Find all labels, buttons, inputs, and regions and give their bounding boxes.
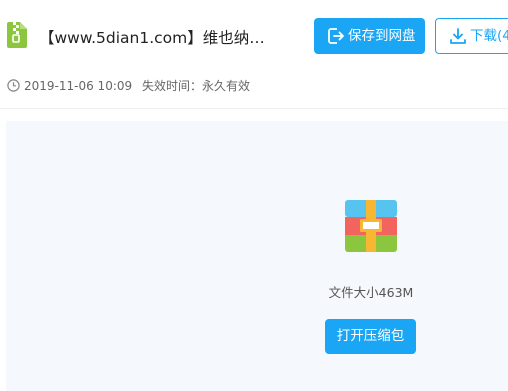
archive-icon (345, 200, 397, 252)
file-title: 【www.5dian1.com】维也纳… (39, 29, 265, 47)
expiry-text: 失效时间：永久有效 (142, 79, 251, 93)
open-archive-button[interactable]: 打开压缩包 (325, 319, 416, 354)
download-icon (449, 27, 467, 45)
download-label: 下载(4 (470, 28, 508, 44)
save-to-cloud-button[interactable]: 保存到网盘 (314, 18, 425, 54)
header-divider (0, 108, 508, 109)
save-to-cloud-icon (327, 27, 345, 45)
share-date: 2019-11-06 10:09 (24, 79, 133, 93)
share-page: 【www.5dian1.com】维也纳… 保存到网盘 下载(4 2019-11-… (0, 0, 508, 391)
download-button[interactable]: 下载(4 (435, 18, 508, 54)
clock-icon (7, 79, 20, 92)
file-preview-panel: 文件大小463M 打开压缩包 (6, 121, 508, 391)
zip-file-icon (7, 22, 27, 48)
file-size: 文件大小463M (328, 285, 414, 300)
save-to-cloud-label: 保存到网盘 (348, 28, 416, 44)
file-header: 【www.5dian1.com】维也纳… 保存到网盘 下载(4 2019-11-… (0, 0, 508, 110)
